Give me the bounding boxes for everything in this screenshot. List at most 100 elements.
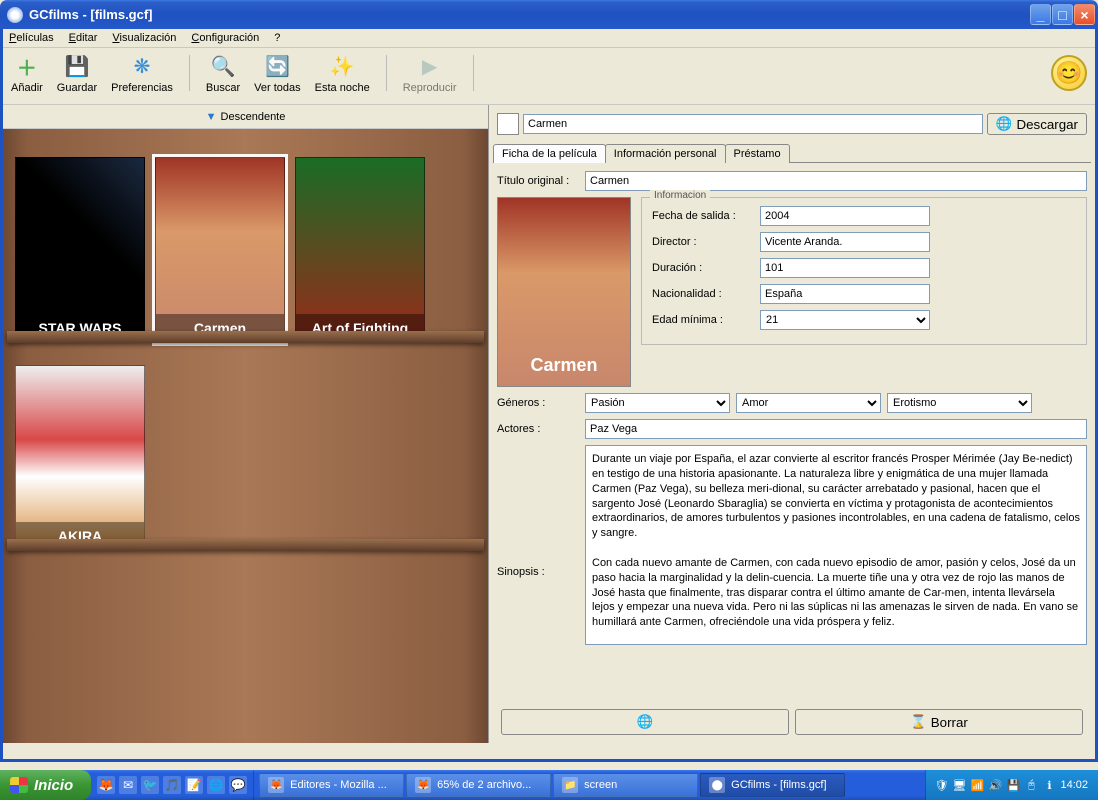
release-date-label: Fecha de salida : xyxy=(652,210,754,222)
film-cover[interactable]: Art of Fighting xyxy=(295,157,425,343)
tray-icon[interactable]: 🔊 xyxy=(988,778,1002,792)
info-box: Informacion Fecha de salida : Director :… xyxy=(641,197,1087,345)
shelf[interactable]: STAR WARS Carmen Art of Fighting AKIRA xyxy=(3,129,488,743)
ql-icon[interactable]: 📝 xyxy=(185,776,203,794)
refresh-icon: 🔄 xyxy=(263,52,291,80)
nationality-label: Nacionalidad : xyxy=(652,288,754,300)
tray-icon[interactable]: 🛡 xyxy=(934,778,948,792)
toolbar: ＋Añadir 💾Guardar ❋Preferencias 🔍Buscar 🔄… xyxy=(3,48,1095,105)
tab-ficha[interactable]: Ficha de la película xyxy=(493,144,606,163)
gear-icon: ❋ xyxy=(128,52,156,80)
genre2-select[interactable]: Amor xyxy=(736,393,881,413)
system-tray: 🛡 🖥 📶 🔊 💾 🖰 ℹ 14:02 xyxy=(925,770,1098,800)
original-title-input[interactable] xyxy=(585,171,1087,191)
duration-input[interactable] xyxy=(760,258,930,278)
color-swatch[interactable] xyxy=(497,113,519,135)
preferences-button[interactable]: ❋Preferencias xyxy=(111,52,173,94)
app-icon xyxy=(7,7,23,23)
tray-icon[interactable]: 🖥 xyxy=(952,778,966,792)
title-input[interactable] xyxy=(523,114,983,134)
film-cover[interactable]: Carmen xyxy=(155,157,285,343)
genre3-select[interactable]: Erotismo xyxy=(887,393,1032,413)
minimize-button[interactable]: _ xyxy=(1030,4,1051,25)
view-all-button[interactable]: 🔄Ver todas xyxy=(254,52,300,94)
tray-icon[interactable]: ℹ xyxy=(1042,778,1056,792)
play-button[interactable]: ▶Reproducir xyxy=(403,52,457,94)
sort-label: Descendente xyxy=(221,111,286,123)
release-date-input[interactable] xyxy=(760,206,930,226)
globe-icon: 🌐 xyxy=(996,116,1013,132)
quick-launch: 🦊 ✉ 🐦 🎵 📝 🌐 💬 xyxy=(91,770,254,800)
ql-icon[interactable]: 🌐 xyxy=(207,776,225,794)
tray-icon[interactable]: 📶 xyxy=(970,778,984,792)
tonight-button[interactable]: ✨Esta noche xyxy=(315,52,370,94)
menu-configuracion[interactable]: Configuración xyxy=(191,32,259,44)
play-icon: ▶ xyxy=(416,52,444,80)
task-button[interactable]: 🦊Editores - Mozilla ... xyxy=(259,773,404,797)
task-button[interactable]: 📁screen xyxy=(553,773,698,797)
director-label: Director : xyxy=(652,236,754,248)
task-button[interactable]: 🦊65% de 2 archivo... xyxy=(406,773,551,797)
tab-prestamo[interactable]: Préstamo xyxy=(725,144,790,163)
disk-icon: 💾 xyxy=(63,52,91,80)
start-button[interactable]: Inicio xyxy=(0,770,91,800)
ql-icon[interactable]: 🎵 xyxy=(163,776,181,794)
menu-visualizacion[interactable]: Visualización xyxy=(112,32,176,44)
globe-icon: 🌐 xyxy=(637,714,654,730)
windows-flag-icon xyxy=(10,777,28,793)
genres-label: Géneros : xyxy=(497,397,579,409)
tabs: Ficha de la película Información persona… xyxy=(493,143,1091,163)
window-title: GCfilms - [films.gcf] xyxy=(29,7,153,22)
detail-panel: 🌐 Descargar Ficha de la película Informa… xyxy=(489,105,1095,743)
ql-icon[interactable]: 🦊 xyxy=(97,776,115,794)
search-button[interactable]: 🔍Buscar xyxy=(206,52,240,94)
folder-icon: 📁 xyxy=(562,777,578,793)
delete-icon: ⌛ xyxy=(910,714,927,730)
menu-peliculas[interactable]: Películas xyxy=(9,32,54,44)
smiley-icon[interactable] xyxy=(1051,55,1087,91)
min-age-select[interactable]: 21 xyxy=(760,310,930,330)
min-age-label: Edad mínima : xyxy=(652,314,754,326)
clock[interactable]: 14:02 xyxy=(1060,779,1088,791)
taskbar: Inicio 🦊 ✉ 🐦 🎵 📝 🌐 💬 🦊Editores - Mozilla… xyxy=(0,770,1098,800)
tab-info-personal[interactable]: Información personal xyxy=(605,144,726,163)
magnifier-icon: 🔍 xyxy=(209,52,237,80)
info-legend: Informacion xyxy=(650,190,710,201)
ql-icon[interactable]: 🐦 xyxy=(141,776,159,794)
sort-arrow-icon: ▼ xyxy=(206,111,217,123)
sort-bar[interactable]: ▼ Descendente xyxy=(3,105,488,129)
sparkle-icon: ✨ xyxy=(328,52,356,80)
actors-label: Actores : xyxy=(497,423,579,435)
web-button[interactable]: 🌐 xyxy=(501,709,789,735)
firefox-icon: 🦊 xyxy=(268,777,284,793)
task-button[interactable]: ⬤GCfilms - [films.gcf] xyxy=(700,773,845,797)
download-button[interactable]: 🌐 Descargar xyxy=(987,113,1087,135)
save-button[interactable]: 💾Guardar xyxy=(57,52,97,94)
synopsis-textarea[interactable]: Durante un viaje por España, el azar con… xyxy=(585,445,1087,645)
actors-input[interactable] xyxy=(585,419,1087,439)
maximize-button[interactable]: □ xyxy=(1052,4,1073,25)
delete-button[interactable]: ⌛Borrar xyxy=(795,709,1083,735)
ql-icon[interactable]: 💬 xyxy=(229,776,247,794)
close-button[interactable]: × xyxy=(1074,4,1095,25)
tray-icon[interactable]: 🖰 xyxy=(1024,778,1038,792)
director-input[interactable] xyxy=(760,232,930,252)
menu-editar[interactable]: Editar xyxy=(69,32,98,44)
title-bar: GCfilms - [films.gcf] _ □ × xyxy=(0,0,1098,29)
film-cover[interactable]: AKIRA xyxy=(15,365,145,551)
menu-help[interactable]: ? xyxy=(274,32,280,44)
genre1-select[interactable]: Pasión xyxy=(585,393,730,413)
synopsis-label: Sinopsis : xyxy=(497,566,579,578)
tray-icon[interactable]: 💾 xyxy=(1006,778,1020,792)
plus-icon: ＋ xyxy=(13,52,41,80)
film-cover[interactable]: STAR WARS xyxy=(15,157,145,343)
firefox-icon: 🦊 xyxy=(415,777,431,793)
ql-icon[interactable]: ✉ xyxy=(119,776,137,794)
poster-image[interactable]: Carmen xyxy=(497,197,631,387)
original-title-label: Título original : xyxy=(497,175,579,187)
add-button[interactable]: ＋Añadir xyxy=(11,52,43,94)
nationality-input[interactable] xyxy=(760,284,930,304)
app-icon: ⬤ xyxy=(709,777,725,793)
menubar: Películas Editar Visualización Configura… xyxy=(3,29,1095,48)
duration-label: Duración : xyxy=(652,262,754,274)
